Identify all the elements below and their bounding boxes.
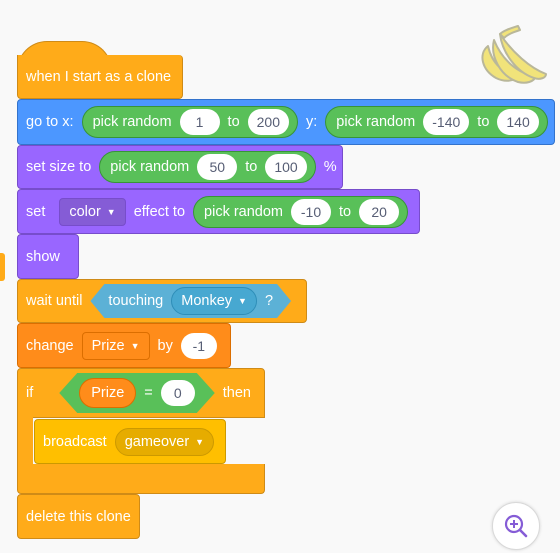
set-label: set	[26, 203, 46, 220]
pick-random-label: pick random	[110, 159, 190, 175]
equals-right-input[interactable]: 0	[161, 380, 195, 406]
effect-dropdown[interactable]: color ▼	[59, 197, 126, 226]
pick-random-label: pick random	[204, 203, 284, 220]
broadcast-block[interactable]: broadcast gameover ▼	[34, 419, 226, 464]
to-label: to	[227, 114, 240, 130]
if-label: if	[26, 385, 34, 401]
percent-label: %	[323, 159, 337, 175]
random-size-from-input[interactable]: 50	[197, 154, 238, 180]
variable-dropdown-value: Prize	[91, 337, 125, 354]
random-effect-to-input[interactable]: 20	[359, 198, 400, 225]
set-effect-block[interactable]: set color ▼ effect to pick random -10 to…	[17, 189, 420, 234]
delete-this-clone-block[interactable]: delete this clone	[17, 494, 140, 539]
go-to-xy-block[interactable]: go to x: pick random 1 to 200 y: pick ra…	[17, 99, 555, 145]
broadcast-label: broadcast	[43, 433, 107, 450]
random-y-from-input[interactable]: -140	[423, 109, 470, 135]
equals-operator-label: =	[144, 385, 153, 401]
by-label: by	[157, 337, 173, 354]
go-to-y-label: y:	[306, 114, 318, 130]
if-block-bottom	[17, 464, 265, 494]
banana-icon	[481, 25, 547, 84]
touching-label: touching	[108, 293, 164, 309]
random-y-to-input[interactable]: 140	[497, 109, 539, 135]
delete-clone-label: delete this clone	[26, 508, 131, 525]
to-label: to	[477, 114, 490, 130]
effect-to-label: effect to	[133, 203, 186, 220]
touching-condition[interactable]: touching Monkey ▼ ?	[90, 284, 291, 318]
then-label: then	[222, 385, 251, 401]
set-size-block[interactable]: set size to pick random 50 to 100 %	[17, 145, 343, 189]
pick-random-size-reporter[interactable]: pick random 50 to 100	[99, 151, 316, 183]
zoom-in-icon	[504, 514, 528, 538]
if-block-arm	[17, 417, 33, 465]
pick-random-label: pick random	[336, 114, 416, 130]
hat-label: when I start as a clone	[26, 68, 172, 85]
sprite-thumbnail	[474, 20, 550, 90]
question-mark-label: ?	[264, 293, 274, 309]
pick-random-y-reporter[interactable]: pick random -140 to 140	[325, 106, 548, 138]
change-variable-block[interactable]: change Prize ▼ by -1	[17, 323, 231, 368]
chevron-down-icon: ▼	[238, 296, 247, 306]
variable-dropdown[interactable]: Prize ▼	[81, 331, 150, 360]
broadcast-message-dropdown[interactable]: gameover ▼	[114, 427, 215, 456]
pick-random-x-reporter[interactable]: pick random 1 to 200	[81, 106, 298, 138]
equals-condition[interactable]: Prize = 0	[59, 373, 215, 413]
random-x-to-input[interactable]: 200	[247, 109, 289, 135]
go-to-x-label: go to x:	[26, 114, 74, 130]
broadcast-message-value: gameover	[124, 433, 190, 450]
change-amount-input[interactable]: -1	[180, 332, 217, 359]
chevron-down-icon: ▼	[130, 340, 140, 351]
prize-variable-reporter[interactable]: Prize	[79, 378, 136, 408]
show-label: show	[26, 248, 60, 265]
effect-dropdown-value: color	[69, 203, 101, 220]
set-size-label: set size to	[26, 159, 92, 175]
to-label: to	[245, 159, 258, 175]
offscreen-block-edge	[0, 253, 5, 281]
touching-target-value: Monkey	[181, 293, 233, 309]
if-block-top[interactable]: if Prize = 0 then	[17, 368, 265, 418]
random-size-to-input[interactable]: 100	[265, 154, 307, 180]
zoom-in-button[interactable]	[492, 502, 540, 550]
change-label: change	[26, 337, 74, 354]
when-i-start-as-clone-block[interactable]: when I start as a clone	[17, 55, 183, 99]
wait-until-block[interactable]: wait until touching Monkey ▼ ?	[17, 279, 307, 323]
pick-random-label: pick random	[92, 114, 172, 130]
chevron-down-icon: ▼	[106, 206, 116, 217]
touching-target-dropdown[interactable]: Monkey ▼	[171, 287, 257, 315]
pick-random-effect-reporter[interactable]: pick random -10 to 20	[193, 195, 409, 228]
wait-until-label: wait until	[26, 293, 83, 309]
random-x-from-input[interactable]: 1	[179, 109, 220, 135]
show-block[interactable]: show	[17, 234, 79, 279]
to-label: to	[339, 203, 352, 220]
random-effect-from-input[interactable]: -10	[291, 198, 332, 225]
chevron-down-icon: ▼	[195, 436, 205, 447]
